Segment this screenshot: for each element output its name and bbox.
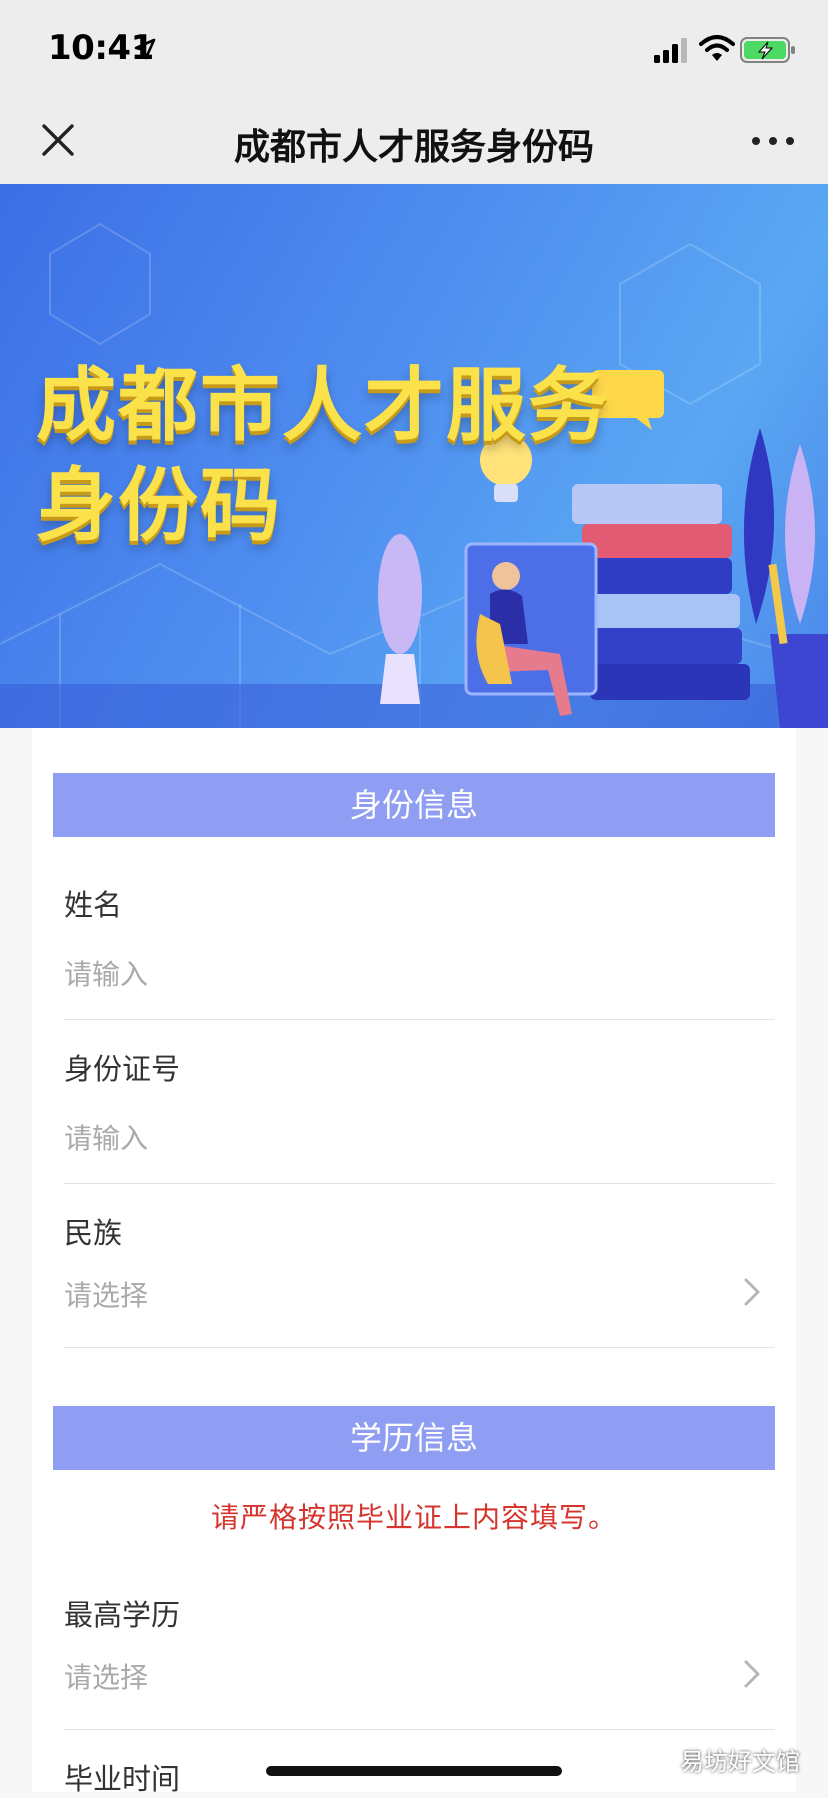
highest-degree-label: 最高学历: [64, 1598, 181, 1632]
name-label: 姓名: [64, 888, 123, 922]
status-bar: 10:41: [0, 0, 828, 96]
watermark: 易坊好文馆: [680, 1748, 800, 1776]
banner-title-line2: 身份码: [36, 459, 282, 552]
divider: [64, 1729, 775, 1730]
divider: [64, 1019, 775, 1020]
chevron-right-icon: [744, 1660, 760, 1688]
location-arrow-icon: [134, 38, 156, 60]
chevron-right-icon: [744, 1278, 760, 1306]
ethnicity-label: 民族: [64, 1216, 123, 1250]
name-input[interactable]: [64, 946, 764, 1002]
wifi-icon: [699, 35, 735, 61]
section-header-identity: 身份信息: [53, 773, 775, 837]
ethnicity-placeholder: 请选择: [64, 1279, 149, 1312]
page-title: 成都市人才服务身份码: [233, 127, 594, 168]
signal-icon: [654, 38, 687, 63]
id-number-label: 身份证号: [64, 1052, 181, 1086]
banner-title-line1: 成都市人才服务: [36, 359, 610, 452]
nav-bar: 成都市人才服务身份码: [0, 96, 828, 184]
more-icon[interactable]: [748, 126, 798, 156]
id-number-input[interactable]: [64, 1110, 764, 1166]
form-card: 身份信息 姓名 身份证号 民族 请选择 学历信息 请严格按照毕业证上内容填写。 …: [32, 728, 796, 1796]
home-indicator: [266, 1766, 562, 1776]
highest-degree-select[interactable]: 请选择: [64, 1646, 764, 1702]
battery-charging-icon: [740, 37, 795, 63]
section-header-education: 学历信息: [53, 1406, 775, 1470]
banner-image: 成都市人才服务 身份码: [0, 184, 828, 728]
banner-title: 成都市人才服务 身份码: [36, 356, 610, 556]
ethnicity-select[interactable]: 请选择: [64, 1264, 764, 1320]
education-notice: 请严格按照毕业证上内容填写。: [210, 1501, 617, 1534]
highest-degree-placeholder: 请选择: [64, 1661, 149, 1694]
divider: [64, 1183, 775, 1184]
divider: [64, 1347, 775, 1348]
